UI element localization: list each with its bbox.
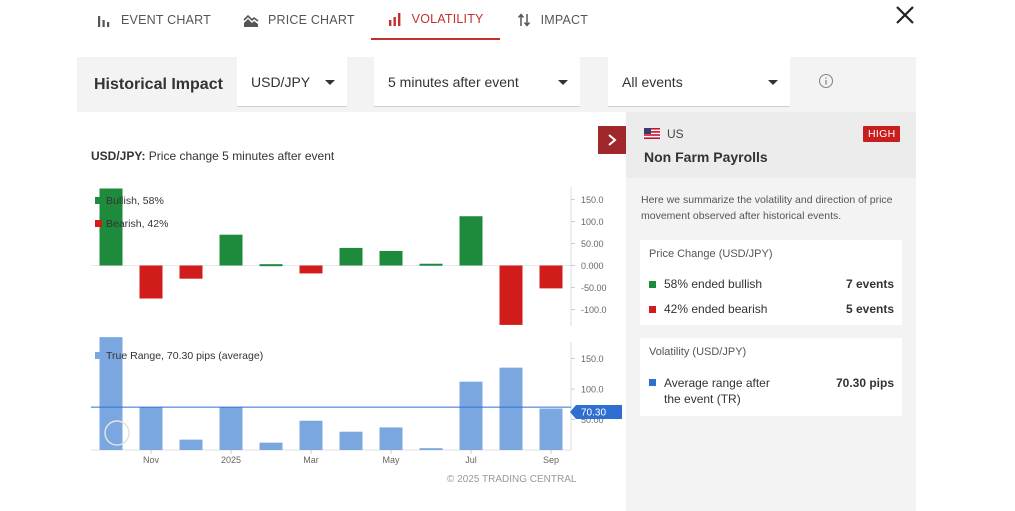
country-label: US — [667, 127, 684, 141]
average-range-swatch — [649, 379, 656, 386]
price-change-bar — [219, 234, 243, 266]
volatility-chart: 150.0 100.0 50.00 0.000 -50.00 -100.0 150.0 10… — [91, 187, 622, 485]
y-tick-label: 150.0 — [581, 354, 604, 364]
x-tick-label: May — [382, 455, 400, 465]
true-range-bar — [379, 427, 403, 450]
bullish-count: 7 events — [845, 277, 894, 291]
average-range-value: 70.30 pips — [835, 376, 894, 390]
true-range-bar — [459, 381, 483, 450]
y-tick-label: 50.00 — [581, 239, 604, 249]
bullish-label: 58% ended bullish — [664, 277, 763, 291]
chevron-down-icon — [325, 80, 335, 85]
tab-event-chart[interactable]: EVENT CHART — [80, 0, 227, 40]
true-range-bar — [539, 408, 563, 450]
tab-volatility[interactable]: VOLATILITY — [370, 0, 500, 40]
true-range-bar — [219, 407, 243, 450]
average-range-label-line1: Average range after — [664, 376, 770, 390]
price-change-bar — [499, 265, 523, 325]
price-change-bar — [459, 216, 483, 266]
currency-pair-value: USD/JPY — [251, 73, 311, 90]
tab-impact-label: IMPACT — [540, 13, 589, 27]
true-range-bar — [419, 448, 443, 450]
us-flag-icon — [644, 128, 660, 139]
price-change-bar — [379, 250, 403, 266]
true-range-bar — [259, 442, 283, 450]
chevron-down-icon — [768, 80, 778, 85]
tab-event-chart-label: EVENT CHART — [121, 13, 211, 27]
y-tick-label: 150.0 — [581, 195, 604, 205]
copyright: © 2025 TRADING CENTRAL — [447, 474, 577, 485]
panel-title: Historical Impact — [94, 76, 223, 93]
legend-bullish-swatch — [95, 197, 102, 204]
event-name: Non Farm Payrolls — [644, 149, 768, 165]
true-range-bar — [499, 367, 523, 450]
bearish-swatch — [649, 306, 656, 313]
y-tick-label: -100.0 — [581, 305, 607, 315]
average-value-label: 70.30 — [581, 408, 606, 419]
true-range-bar — [299, 420, 323, 450]
up-down-arrows-icon — [516, 13, 532, 27]
close-button[interactable] — [892, 2, 918, 28]
historical-impact-panel: Historical Impact USD/JPY 5 minutes afte… — [77, 57, 916, 511]
average-range-label: Average range after the event (TR) — [664, 375, 770, 407]
timeframe-select[interactable]: 5 minutes after event — [374, 57, 580, 107]
true-range-bar — [339, 431, 363, 450]
close-icon — [896, 6, 914, 24]
tab-price-chart-label: PRICE CHART — [267, 13, 355, 27]
price-change-bar — [539, 265, 563, 289]
price-change-bar — [339, 247, 363, 266]
info-icon[interactable] — [818, 73, 834, 89]
panel-header: Historical Impact USD/JPY 5 minutes afte… — [77, 57, 916, 112]
price-change-chart: 150.0 100.0 50.00 0.000 -50.00 -100.0 — [91, 187, 607, 326]
x-tick-label: Nov — [143, 455, 160, 465]
volatility-title: Volatility (USD/JPY) — [649, 346, 747, 358]
true-range-bar — [139, 407, 163, 450]
currency-pair-select[interactable]: USD/JPY — [237, 57, 347, 107]
price-change-bar — [139, 265, 163, 299]
legend-true-range-swatch — [95, 352, 102, 359]
event-summary-panel: US HIGH Non Farm Payrolls Here we summar… — [626, 112, 916, 511]
legend-bullish: Bullish, 58% — [106, 195, 164, 207]
tab-impact[interactable]: IMPACT — [500, 0, 605, 40]
events-filter-value: All events — [622, 73, 683, 90]
y-tick-label: -50.00 — [581, 283, 607, 293]
volatility-bars-icon — [387, 12, 403, 26]
mountain-chart-icon — [243, 13, 259, 27]
chart-area: USD/JPY: Price change 5 minutes after ev… — [77, 112, 626, 511]
legend-bearish: Bearish, 42% — [106, 218, 168, 230]
chevron-down-icon — [558, 80, 568, 85]
price-change-bar — [299, 265, 323, 274]
x-tick-label: Sep — [543, 455, 559, 465]
y-tick-label: 0.000 — [581, 261, 604, 271]
price-change-bar — [259, 264, 283, 267]
y-tick-label: 100.0 — [581, 217, 604, 227]
page: EVENT CHART PRICE CHART VOLATILITY IMPAC… — [0, 0, 1015, 511]
price-change-bar — [419, 263, 443, 266]
impact-badge: HIGH — [863, 126, 901, 142]
timeframe-value: 5 minutes after event — [388, 73, 519, 90]
tab-volatility-label: VOLATILITY — [411, 12, 484, 26]
bullish-swatch — [649, 281, 656, 288]
average-range-label-line2: the event (TR) — [664, 392, 741, 406]
bar-chart-icon — [96, 13, 112, 27]
volatility-card: Volatility (USD/JPY) Average range after… — [640, 338, 902, 416]
legend-true-range: True Range, 70.30 pips (average) — [106, 350, 263, 362]
x-tick-label: Jul — [465, 455, 477, 465]
tab-bar: EVENT CHART PRICE CHART VOLATILITY IMPAC… — [80, 0, 604, 40]
tab-price-chart[interactable]: PRICE CHART — [227, 0, 371, 40]
y-tick-label: 100.0 — [581, 385, 604, 395]
events-filter-select[interactable]: All events — [608, 57, 790, 107]
summary-text: Here we summarize the volatility and dir… — [641, 194, 893, 222]
bearish-count: 5 events — [845, 302, 894, 316]
true-range-bar — [179, 439, 203, 450]
price-change-title: Price Change (USD/JPY) — [649, 248, 773, 260]
x-tick-label: 2025 — [221, 455, 241, 465]
bearish-label: 42% ended bearish — [664, 302, 768, 316]
price-change-bar — [179, 265, 203, 279]
legend-bearish-swatch — [95, 220, 102, 227]
x-tick-label: Mar — [303, 455, 319, 465]
event-header: US HIGH Non Farm Payrolls — [626, 112, 916, 178]
price-change-card: Price Change (USD/JPY) 58% ended bullish… — [640, 240, 902, 325]
